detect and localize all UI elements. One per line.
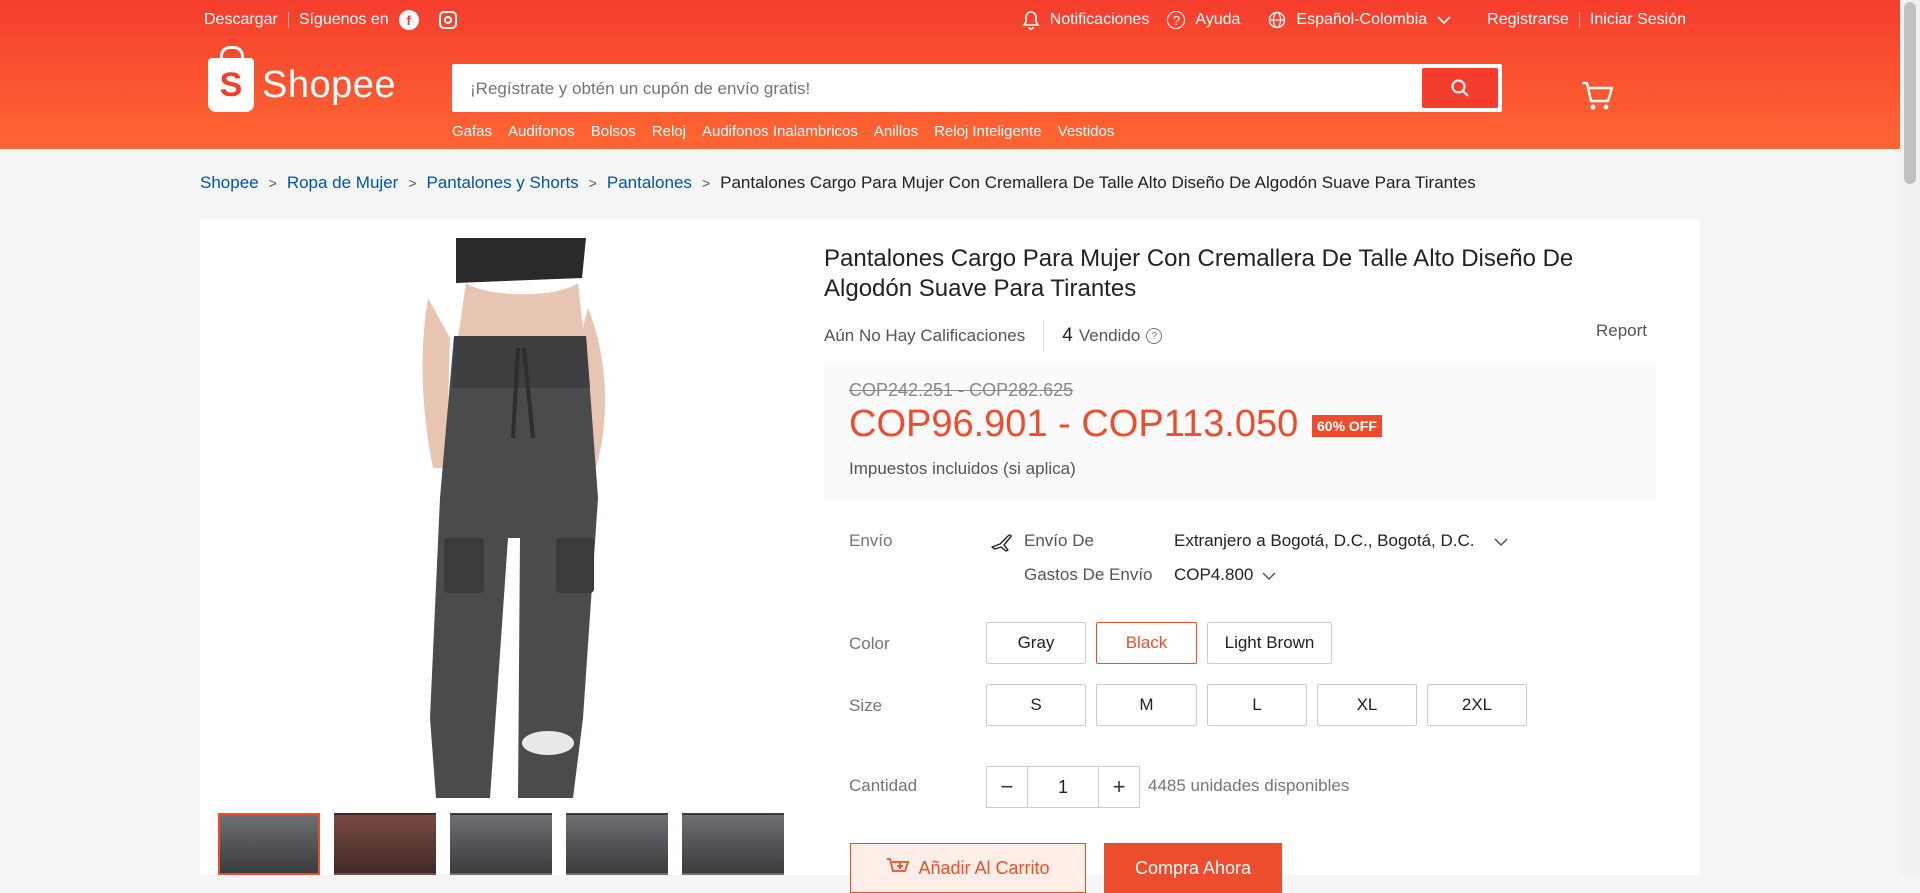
search-icon — [1451, 79, 1469, 97]
cart-icon — [1582, 81, 1614, 110]
search-input[interactable] — [468, 64, 1372, 114]
size-option[interactable]: S — [986, 684, 1086, 726]
divider — [1578, 12, 1580, 28]
search-button[interactable] — [1422, 68, 1498, 108]
product-thumbnail[interactable] — [218, 813, 320, 875]
help-icon: ? — [1167, 11, 1186, 29]
login-link[interactable]: Iniciar Sesión — [1590, 11, 1686, 29]
quantity-label: Cantidad — [849, 776, 918, 795]
category-link[interactable]: Vestidos — [1058, 123, 1115, 140]
original-price: COP242.251 - COP282.625 — [849, 380, 1074, 400]
site-header: Descargar Síguenos en f Notificaciones ?… — [0, 0, 1900, 149]
quantity-stepper: − 1 + — [986, 766, 1140, 808]
color-option-selected[interactable]: Black — [1096, 622, 1197, 664]
breadcrumb-link[interactable]: Pantalones — [607, 173, 692, 193]
notifications-link[interactable]: Notificaciones — [1050, 11, 1150, 29]
chevron-right-icon: > — [701, 175, 711, 191]
size-option[interactable]: 2XL — [1427, 684, 1527, 726]
thumbnail-strip — [218, 813, 784, 875]
shipping-from-value[interactable]: Extranjero a Bogotá, D.C., Bogotá, D.C. — [1174, 531, 1474, 551]
product-main-image[interactable] — [218, 238, 778, 798]
size-label: Size — [849, 696, 883, 715]
current-price: COP96.901 - COP113.050 — [849, 403, 1299, 445]
chevron-down-icon — [1437, 16, 1451, 25]
scrollbar[interactable] — [1900, 0, 1920, 875]
cart-button[interactable] — [1580, 80, 1614, 117]
shipping-cost-label: Gastos De Envío — [1024, 565, 1153, 584]
report-link[interactable]: Report — [1596, 321, 1647, 341]
product-thumbnail[interactable] — [334, 813, 436, 875]
product-thumbnail[interactable] — [450, 813, 552, 875]
category-links: Gafas Audifonos Bolsos Reloj Audifonos I… — [452, 123, 1114, 140]
add-to-cart-label: Añadir Al Carrito — [918, 857, 1050, 878]
divider — [287, 12, 289, 28]
category-link[interactable]: Reloj Inteligente — [934, 123, 1042, 140]
product-title: Pantalones Cargo Para Mujer Con Cremalle… — [824, 245, 1574, 302]
divider — [1043, 320, 1045, 352]
color-label: Color — [849, 634, 890, 653]
shipping-label: Envío — [849, 531, 893, 550]
quantity-input[interactable]: 1 — [1027, 767, 1099, 807]
language-selector[interactable]: Español-Colombia — [1296, 11, 1427, 29]
download-link[interactable]: Descargar — [204, 11, 278, 29]
register-link[interactable]: Registrarse — [1487, 11, 1569, 29]
top-navbar: Descargar Síguenos en f Notificaciones ?… — [204, 10, 1686, 34]
product-thumbnail[interactable] — [682, 813, 784, 875]
search-bar — [452, 64, 1502, 114]
category-link[interactable]: Anillos — [874, 123, 918, 140]
instagram-icon[interactable] — [438, 11, 457, 29]
follow-label: Síguenos en — [298, 11, 389, 28]
chevron-right-icon: > — [408, 175, 417, 191]
category-link[interactable]: Bolsos — [591, 123, 636, 140]
chevron-right-icon: > — [268, 175, 277, 191]
category-link[interactable]: Audifonos — [508, 123, 575, 140]
help-link[interactable]: Ayuda — [1195, 11, 1240, 29]
help-icon[interactable]: ? — [1146, 328, 1163, 344]
breadcrumb-link[interactable]: Pantalones y Shorts — [427, 173, 579, 193]
buy-now-button[interactable]: Compra Ahora — [1104, 843, 1282, 893]
ratings-text: Aún No Hay Calificaciones — [824, 326, 1026, 345]
chevron-down-icon[interactable] — [1494, 537, 1508, 547]
product-stats: Aún No Hay Calificaciones 4 Vendido ? — [824, 320, 1163, 352]
color-option[interactable]: Gray — [986, 622, 1086, 664]
sold-label: Vendido — [1078, 326, 1141, 345]
cart-plus-icon — [887, 858, 910, 872]
tax-note: Impuestos incluidos (si aplica) — [849, 459, 1076, 478]
breadcrumb: Shopee > Ropa de Mujer > Pantalones y Sh… — [200, 173, 1476, 193]
product-photo — [218, 238, 778, 798]
increment-button[interactable]: + — [1099, 767, 1139, 807]
brand-name: Shopee — [262, 63, 397, 106]
scrollbar-thumb[interactable] — [1904, 2, 1916, 184]
sold-count: 4 — [1062, 325, 1073, 346]
facebook-icon[interactable]: f — [398, 10, 419, 30]
breadcrumb-link[interactable]: Shopee — [200, 173, 259, 193]
chevron-down-icon[interactable] — [1262, 571, 1276, 581]
color-option[interactable]: Light Brown — [1207, 622, 1332, 664]
size-option[interactable]: M — [1096, 684, 1197, 726]
add-to-cart-button[interactable]: Añadir Al Carrito — [850, 843, 1086, 893]
airplane-icon — [991, 534, 1012, 552]
discount-badge: 60% OFF — [1312, 415, 1382, 437]
shopping-bag-icon: S — [208, 46, 254, 112]
globe-icon — [1269, 11, 1286, 29]
shipping-from-label: Envío De — [1024, 531, 1094, 550]
category-link[interactable]: Gafas — [452, 123, 492, 140]
stock-available: 4485 unidades disponibles — [1148, 776, 1350, 795]
bell-icon — [1022, 11, 1040, 30]
shopee-logo[interactable]: S Shopee — [208, 46, 397, 112]
size-option[interactable]: XL — [1317, 684, 1417, 726]
product-thumbnail[interactable] — [566, 813, 668, 875]
shipping-cost-value[interactable]: COP4.800 — [1174, 565, 1253, 585]
decrement-button[interactable]: − — [987, 767, 1027, 807]
breadcrumb-current: Pantalones Cargo Para Mujer Con Cremalle… — [720, 173, 1476, 192]
size-option[interactable]: L — [1207, 684, 1307, 726]
category-link[interactable]: Reloj — [652, 123, 686, 140]
price-box: COP242.251 - COP282.625 COP96.901 - COP1… — [824, 361, 1656, 500]
breadcrumb-link[interactable]: Ropa de Mujer — [287, 173, 399, 193]
category-link[interactable]: Audifonos Inalambricos — [702, 123, 858, 140]
chevron-right-icon: > — [588, 175, 597, 191]
